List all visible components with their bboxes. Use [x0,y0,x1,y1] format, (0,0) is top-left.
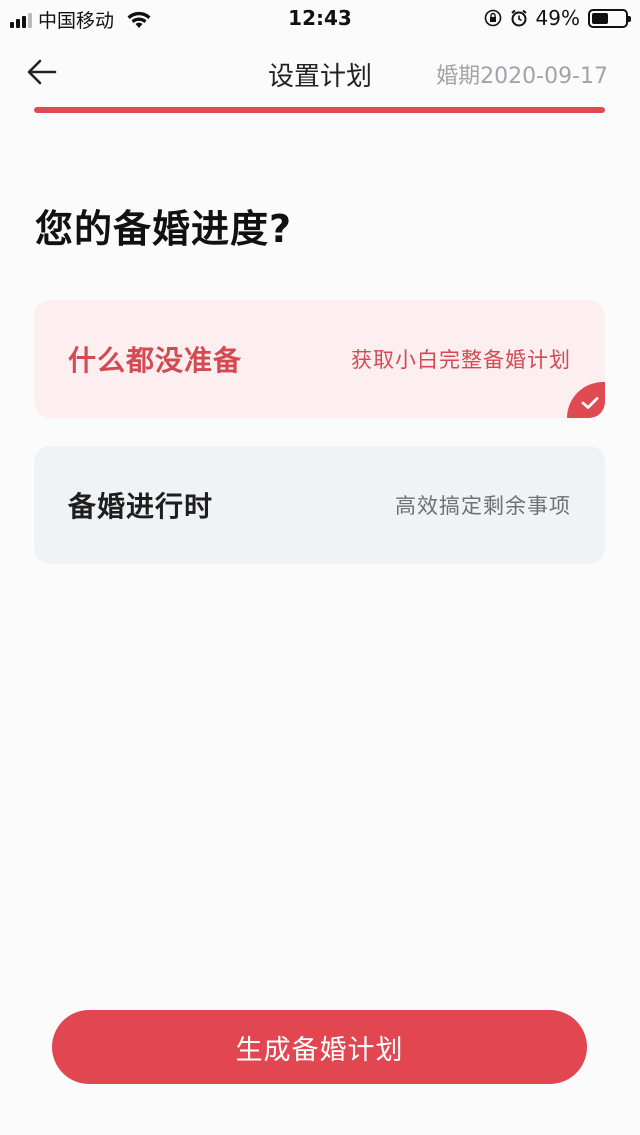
option-title: 备婚进行时 [68,490,214,523]
option-subtitle: 获取小白完整备婚计划 [351,348,571,372]
back-arrow-icon [27,59,57,85]
wedding-date[interactable]: 婚期2020-09-17 [436,58,608,90]
selected-check-badge [567,382,605,418]
progress-fill [34,107,605,113]
back-button[interactable] [22,52,62,92]
status-bar: 中国移动 12:43 49% [0,0,640,36]
progress-bar [34,107,605,113]
status-left: 中国移动 [10,6,152,33]
checkmark-icon [581,397,599,409]
option-subtitle: 高效搞定剩余事项 [395,494,571,518]
battery-percent: 49% [535,6,580,30]
question-heading: 您的备婚进度? [35,207,293,251]
generate-plan-button[interactable]: 生成备婚计划 [52,1010,587,1084]
option-in-progress[interactable]: 备婚进行时 高效搞定剩余事项 [34,446,605,564]
lock-rotation-icon [484,9,501,27]
carrier-label: 中国移动 [38,10,115,32]
signal-icon [10,12,32,28]
status-right: 49% [484,6,631,30]
option-not-prepared[interactable]: 什么都没准备 获取小白完整备婚计划 [34,300,605,418]
alarm-icon [510,9,527,27]
option-title: 什么都没准备 [68,344,243,377]
battery-icon [588,8,631,28]
nav-bar: 设置计划 婚期2020-09-17 [0,40,640,104]
battery-fill [592,12,608,24]
wifi-icon [127,11,151,28]
